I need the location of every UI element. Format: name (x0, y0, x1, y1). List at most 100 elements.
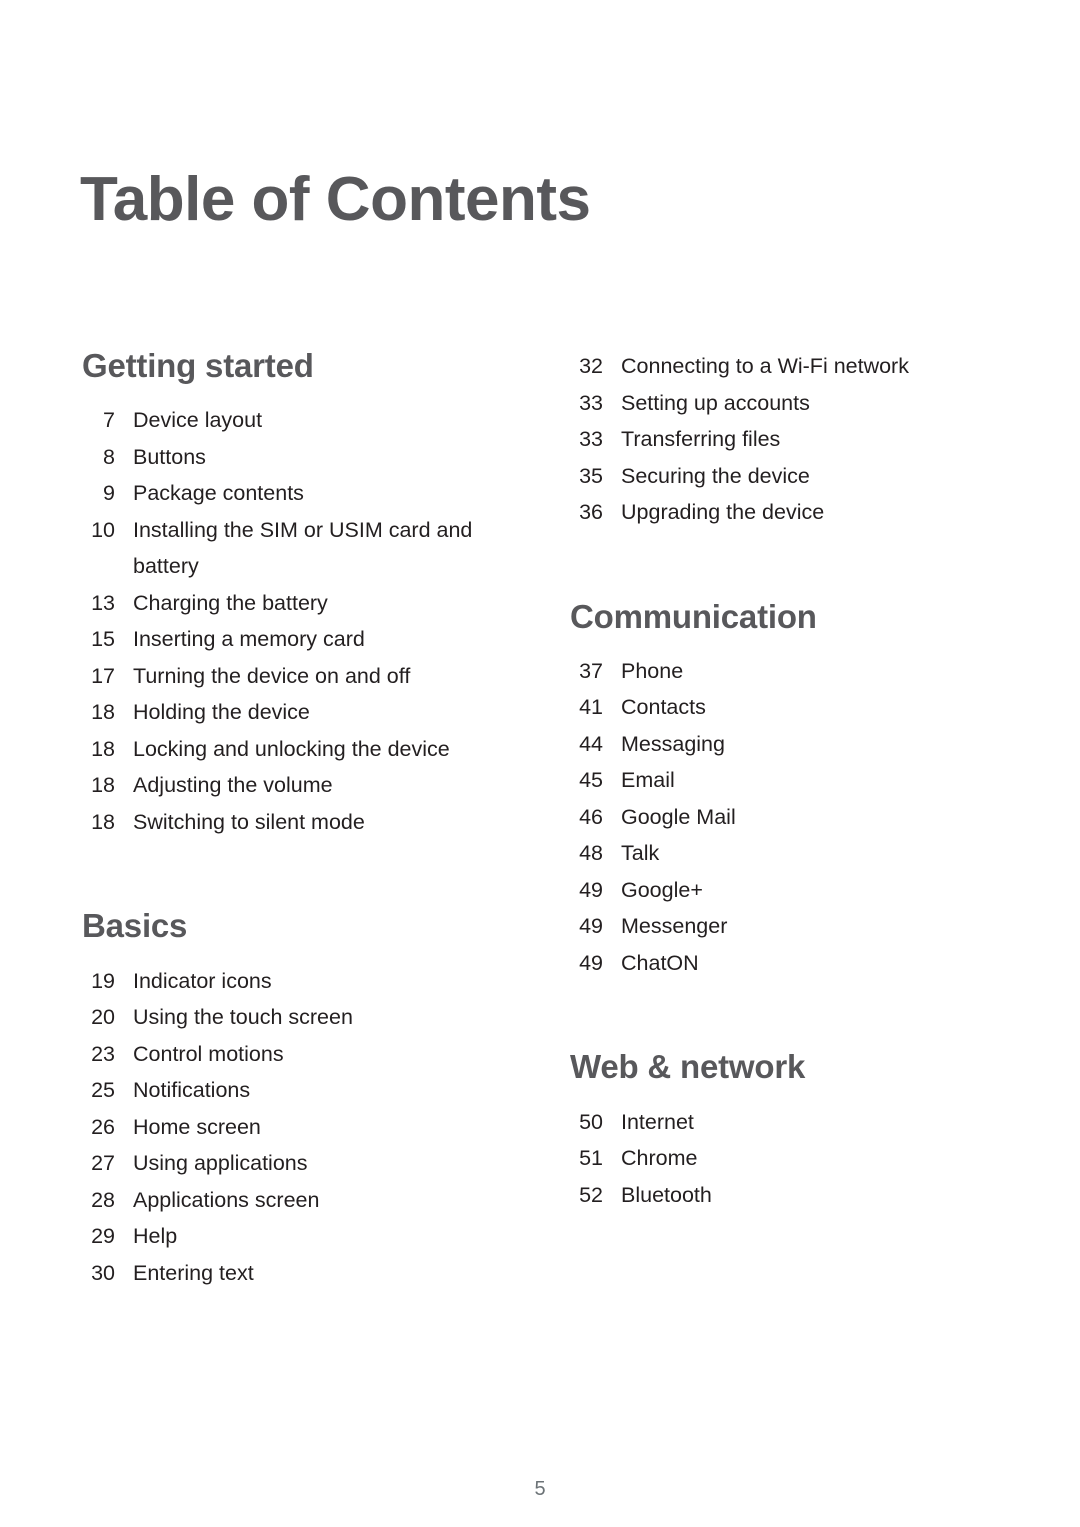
toc-entry-page-number: 15 (91, 627, 115, 652)
toc-entry[interactable]: 49 Google+ (570, 872, 970, 909)
toc-entry[interactable]: 30 Entering text (82, 1255, 480, 1292)
toc-entry[interactable]: 25 Notifications (82, 1072, 480, 1109)
toc-columns: Getting started 7 Device layout 8 Buttons 9 Pa… (0, 347, 1080, 1292)
toc-entry-label: Connecting to a Wi-Fi network (621, 354, 909, 378)
toc-entry-page-number: 52 (579, 1182, 603, 1207)
toc-entry[interactable]: 10 Installing the SIM or USIM card and ba… (82, 512, 480, 585)
toc-entry-page-number: 36 (579, 500, 603, 524)
toc-entry[interactable]: 33 Setting up accounts (570, 385, 970, 422)
toc-section-heading: Communication (570, 597, 817, 635)
toc-entry-label: Using the touch screen (133, 1005, 353, 1030)
toc-entry-label: Applications screen (133, 1187, 320, 1212)
toc-entry-page-number: 46 (579, 804, 603, 829)
toc-entry-page-number: 50 (579, 1109, 603, 1134)
toc-entry-page-number: 18 (91, 809, 115, 834)
toc-entry-page-number: 10 (91, 517, 115, 542)
toc-entry[interactable]: 26 Home screen (82, 1109, 480, 1146)
toc-entry[interactable]: 15 Inserting a memory card (82, 621, 480, 658)
toc-entry-label: Charging the battery (133, 590, 328, 615)
toc-column-right: 32 Connecting to a Wi-Fi network 33 Setting… (490, 348, 990, 1213)
toc-entry[interactable]: 19 Indicator icons (82, 963, 480, 1000)
toc-entry[interactable]: 49 ChatON (570, 945, 970, 982)
toc-entry-label: Inserting a memory card (133, 627, 365, 652)
toc-entry-label: Talk (621, 841, 660, 866)
toc-entry[interactable]: 29 Help (82, 1218, 480, 1255)
toc-entry[interactable]: 37 Phone (570, 653, 970, 690)
toc-entry[interactable]: 18 Locking and unlocking the device (82, 731, 480, 768)
toc-entry-label: Messaging (621, 731, 725, 756)
toc-entry-label: Using applications (133, 1151, 308, 1176)
toc-entry-page-number: 33 (579, 427, 603, 451)
toc-entry[interactable]: 50 Internet (570, 1104, 970, 1141)
toc-entry[interactable]: 8 Buttons (82, 439, 480, 476)
toc-entry[interactable]: 18 Holding the device (82, 694, 480, 731)
toc-entry[interactable]: 32 Connecting to a Wi-Fi network (570, 348, 970, 385)
toc-entry[interactable]: 9 Package contents (82, 475, 480, 512)
toc-entry-label: Transferring files (621, 427, 781, 451)
toc-entry-label: Buttons (133, 444, 206, 469)
toc-entry[interactable]: 49 Messenger (570, 908, 970, 945)
toc-entry[interactable]: 45 Email (570, 762, 970, 799)
toc-entry-label: Control motions (133, 1041, 284, 1066)
toc-entry[interactable]: 41 Contacts (570, 689, 970, 726)
toc-entry-page-number: 19 (91, 968, 115, 993)
toc-entry-page-number: 30 (91, 1260, 115, 1285)
toc-entry-page-number: 49 (579, 877, 603, 902)
toc-entry[interactable]: 23 Control motions (82, 1036, 480, 1073)
toc-entry-page-number: 18 (91, 700, 115, 725)
toc-entry-label: Entering text (133, 1260, 254, 1285)
toc-entry-page-number: 48 (579, 841, 603, 866)
toc-entry-label: Google Mail (621, 804, 736, 829)
toc-entry[interactable]: 28 Applications screen (82, 1182, 480, 1219)
document-page: Table of Contents Getting started 7 Device… (0, 0, 1080, 1527)
toc-entry-label: Adjusting the volume (133, 773, 333, 798)
toc-entry-label: ChatON (621, 950, 699, 975)
toc-entry[interactable]: 27 Using applications (82, 1145, 480, 1182)
toc-entry-label: Locking and unlocking the device (133, 736, 450, 761)
toc-section: Web & network 50 Internet 51 Chrome 52 Bluetoo… (570, 1048, 970, 1214)
toc-entry-label: Notifications (133, 1078, 251, 1103)
toc-entry-label: Bluetooth (621, 1182, 712, 1207)
toc-entry[interactable]: 51 Chrome (570, 1140, 970, 1177)
toc-entry[interactable]: 35 Securing the device (570, 458, 970, 495)
toc-entry-label: Phone (621, 658, 684, 683)
toc-entry[interactable]: 20 Using the touch screen (82, 999, 480, 1036)
toc-entry[interactable]: 18 Adjusting the volume (82, 767, 480, 804)
toc-entry-page-number: 26 (91, 1114, 115, 1139)
toc-entry-label: Package contents (133, 481, 304, 506)
toc-entry-label: Securing the device (621, 463, 810, 488)
toc-entry-page-number: 37 (579, 658, 603, 683)
toc-section: Communication 37 Phone 41 Contacts 44 Messagin… (570, 597, 970, 982)
toc-entry[interactable]: 36 Upgrading the device (570, 494, 970, 531)
toc-entry-page-number: 51 (579, 1146, 603, 1171)
toc-entry[interactable]: 17 Turning the device on and off (82, 658, 480, 695)
toc-list: 32 Connecting to a Wi-Fi network 33 Setting… (570, 348, 970, 531)
toc-entry-page-number: 44 (579, 731, 603, 756)
toc-entry[interactable]: 44 Messaging (570, 726, 970, 763)
toc-list: 7 Device layout 8 Buttons 9 Package contents 1… (82, 402, 480, 840)
toc-entry-page-number: 7 (103, 408, 115, 433)
toc-entry[interactable]: 13 Charging the battery (82, 585, 480, 622)
toc-entry-page-number: 8 (103, 444, 115, 469)
toc-section: 32 Connecting to a Wi-Fi network 33 Setting… (570, 348, 970, 531)
toc-entry-page-number: 18 (91, 773, 115, 798)
toc-entry-label: Indicator icons (133, 968, 272, 993)
toc-entry-label: Setting up accounts (621, 390, 810, 415)
toc-entry-page-number: 49 (579, 950, 603, 975)
toc-entry[interactable]: 33 Transferring files (570, 421, 970, 458)
toc-entry[interactable]: 48 Talk (570, 835, 970, 872)
page-number: 5 (534, 1478, 546, 1500)
toc-section-heading: Basics (82, 907, 188, 945)
toc-list: 37 Phone 41 Contacts 44 Messaging 45 Email 46 Goo… (570, 653, 970, 982)
toc-entry-page-number: 25 (91, 1078, 115, 1103)
toc-entry[interactable]: 7 Device layout (82, 402, 480, 439)
toc-section: Getting started 7 Device layout 8 Buttons 9 Pa… (82, 347, 480, 840)
toc-entry[interactable]: 18 Switching to silent mode (82, 804, 480, 841)
page-title: Table of Contents (80, 164, 591, 234)
toc-entry-page-number: 13 (91, 590, 115, 615)
toc-entry-page-number: 17 (91, 663, 115, 688)
toc-entry-page-number: 27 (91, 1151, 115, 1176)
toc-entry-page-number: 35 (579, 463, 603, 488)
toc-entry[interactable]: 46 Google Mail (570, 799, 970, 836)
toc-entry[interactable]: 52 Bluetooth (570, 1177, 970, 1214)
